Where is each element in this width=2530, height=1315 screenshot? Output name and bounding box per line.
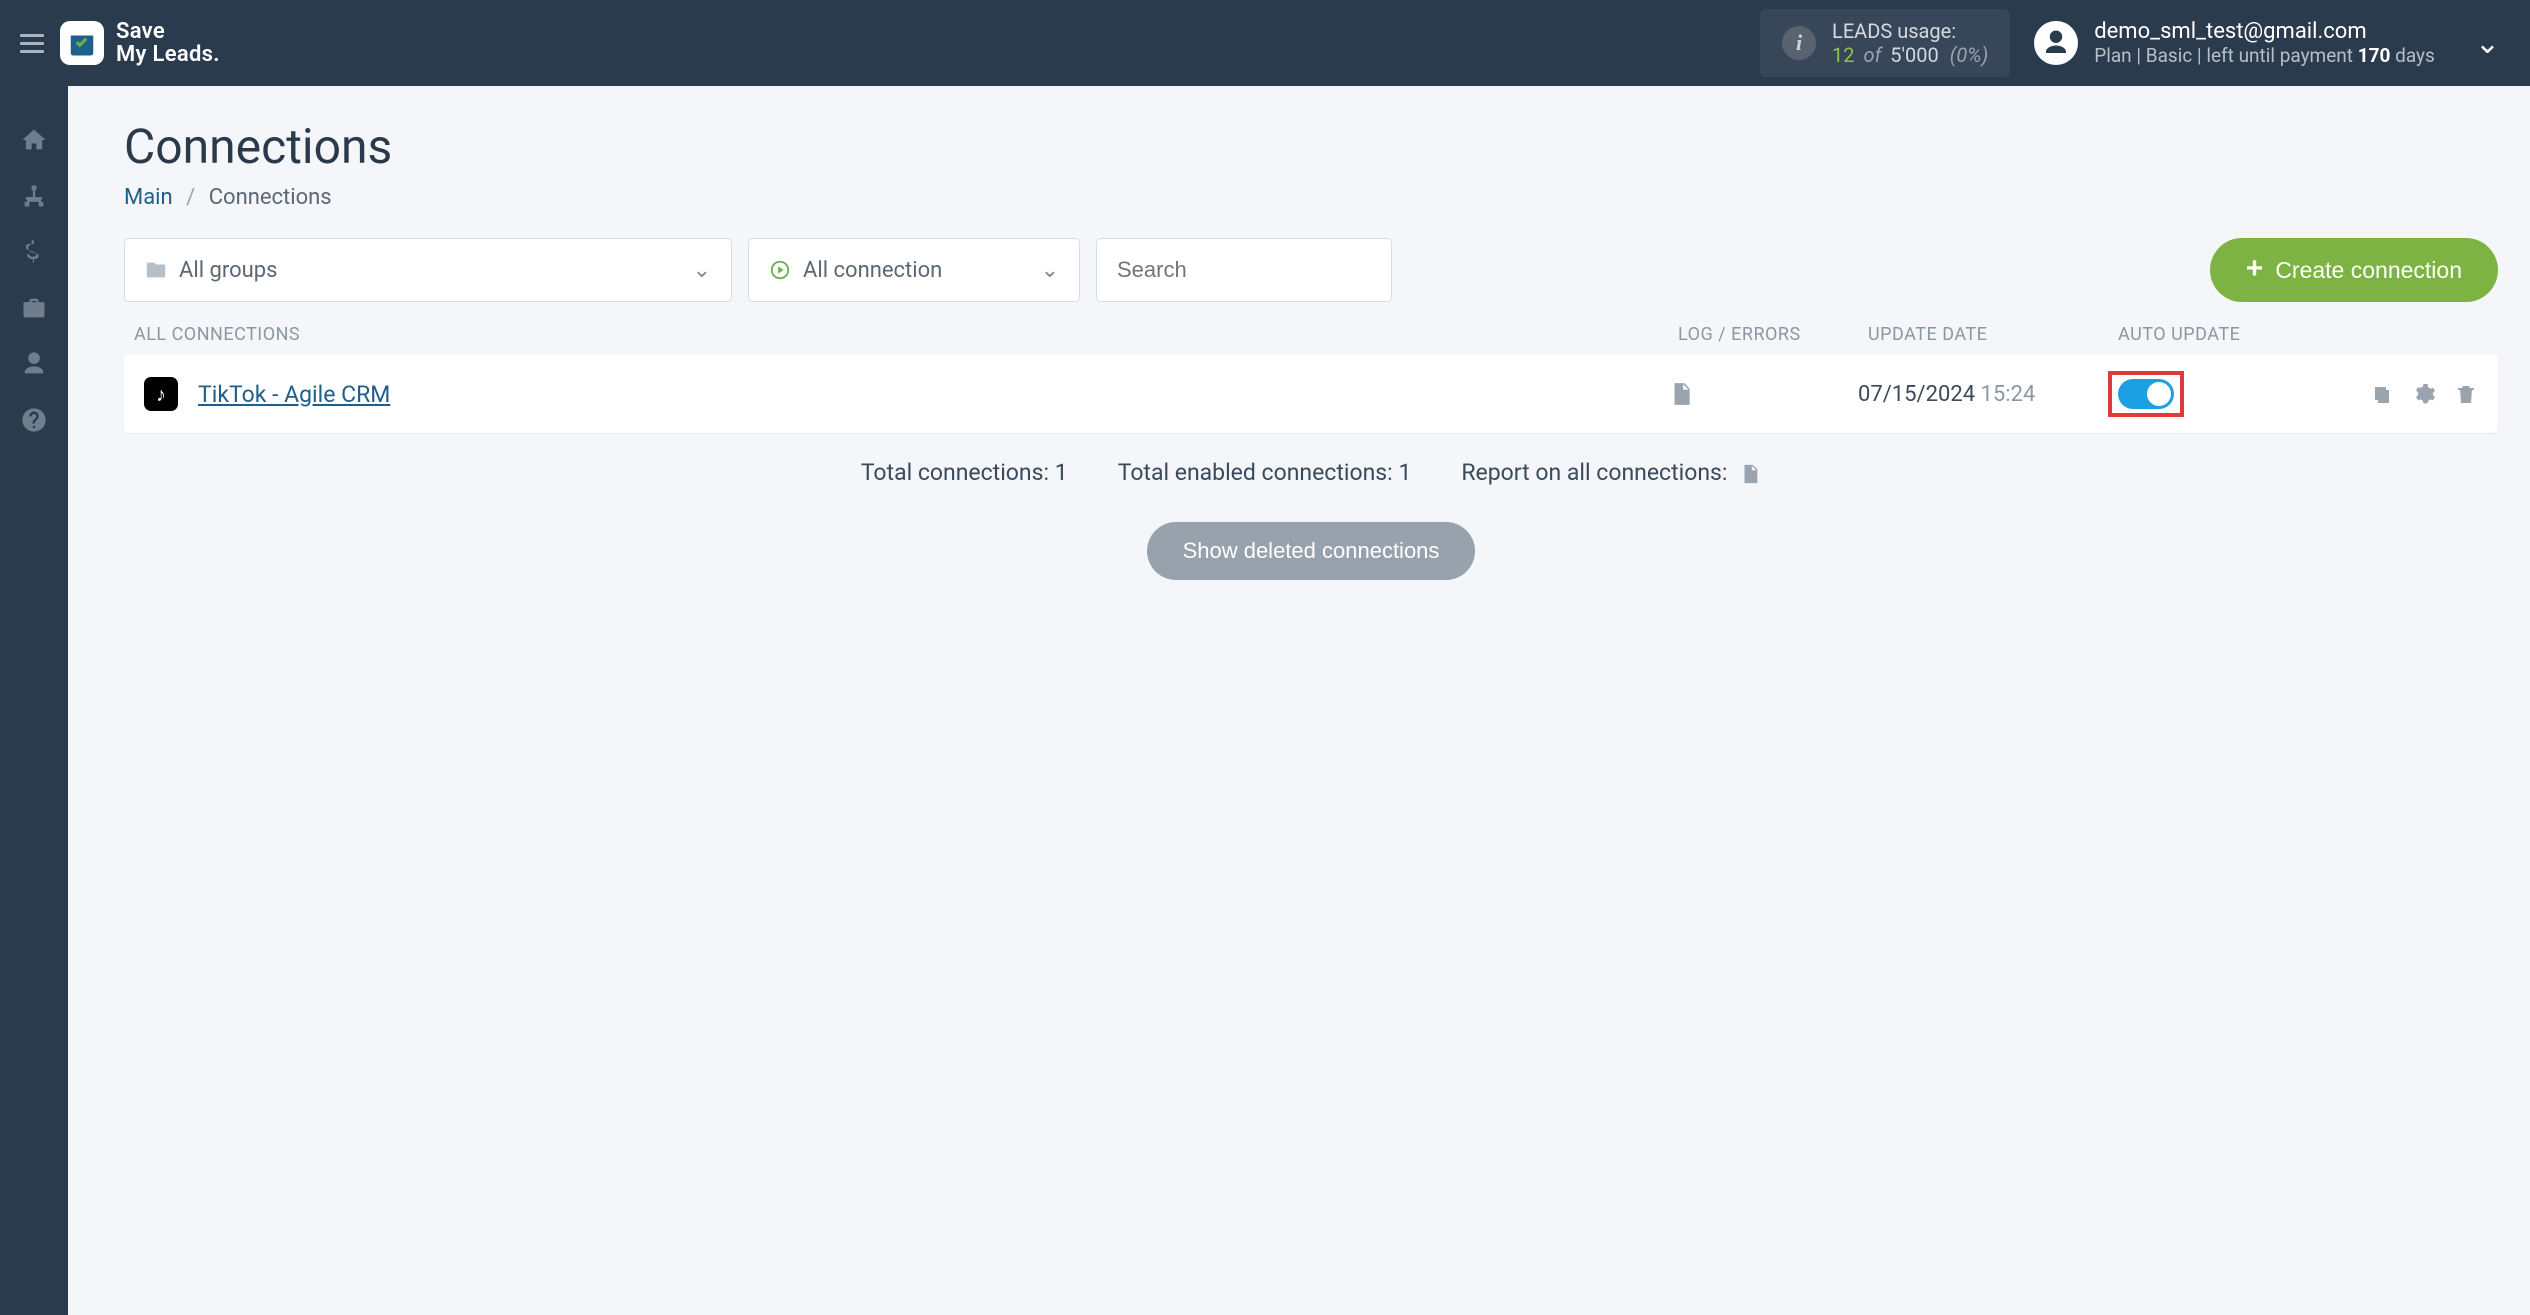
help-icon[interactable] [16,402,52,438]
user-icon[interactable] [16,346,52,382]
brand-name: Save My Leads. [116,20,220,66]
plus-icon: + [2246,252,2264,286]
summary-total-connections: Total connections: 1 [861,459,1068,486]
group-select-label: All groups [179,258,277,283]
page-title: Connections [124,118,2498,175]
info-icon: i [1782,26,1816,60]
account-dropdown-caret[interactable]: ⌄ [2475,26,2500,61]
search-field[interactable] [1117,257,1371,283]
col-all-connections: ALL CONNECTIONS [134,324,1678,345]
main-content: Connections Main / Connections All group… [68,86,2530,1315]
summary-row: Total connections: 1 Total enabled conne… [124,459,2498,486]
dollar-icon[interactable] [16,234,52,270]
show-deleted-button[interactable]: Show deleted connections [1147,522,1476,580]
col-update-date: UPDATE DATE [1868,324,2118,345]
trash-icon[interactable] [2454,382,2478,406]
col-log-errors: LOG / ERRORS [1678,324,1868,345]
briefcase-icon[interactable] [16,290,52,326]
create-connection-button[interactable]: + Create connection [2210,238,2498,302]
breadcrumb: Main / Connections [124,185,2498,210]
log-document-icon[interactable] [1668,381,1694,407]
create-connection-label: Create connection [2275,257,2462,284]
status-select[interactable]: All connection ⌄ [748,238,1080,302]
search-input[interactable] [1096,238,1392,302]
leads-usage-label: LEADS usage: [1832,19,1988,43]
connection-name-link[interactable]: TikTok - Agile CRM [198,381,1668,408]
group-select[interactable]: All groups ⌄ [124,238,732,302]
breadcrumb-current: Connections [209,185,332,210]
account-email: demo_sml_test@gmail.com [2094,19,2435,44]
brand-logo[interactable]: Save My Leads. [60,20,220,66]
connection-row: ♪ TikTok - Agile CRM 07/15/2024 15:24 [124,355,2498,433]
row-actions [2370,382,2478,406]
account-menu[interactable]: demo_sml_test@gmail.com Plan | Basic | l… [2034,19,2435,67]
menu-toggle-button[interactable] [8,24,56,63]
sitemap-icon[interactable] [16,178,52,214]
folder-icon [145,259,167,281]
tiktok-icon: ♪ [144,377,178,411]
auto-update-highlight [2108,371,2184,417]
chevron-down-icon: ⌄ [693,258,711,283]
summary-report: Report on all connections: [1461,459,1761,486]
breadcrumb-main-link[interactable]: Main [124,185,173,210]
top-header: Save My Leads. i LEADS usage: 12 of 5'00… [0,0,2530,86]
update-date-cell: 07/15/2024 15:24 [1858,382,2108,407]
leads-usage-value: 12 of 5'000 (0%) [1832,43,1988,67]
auto-update-toggle[interactable] [2118,379,2174,409]
connections-table-header: ALL CONNECTIONS LOG / ERRORS UPDATE DATE… [124,324,2498,345]
status-select-label: All connection [803,258,942,283]
filters-row: All groups ⌄ All connection ⌄ + Create c… [124,238,2498,302]
summary-total-enabled: Total enabled connections: 1 [1118,459,1412,486]
report-document-icon[interactable] [1739,463,1761,485]
chevron-down-icon: ⌄ [1041,258,1059,283]
plan-info: Plan | Basic | left until payment 170 da… [2094,44,2435,67]
avatar-icon [2034,21,2078,65]
sidebar-nav [0,86,68,1315]
copy-icon[interactable] [2370,382,2394,406]
home-icon[interactable] [16,122,52,158]
col-auto-update: AUTO UPDATE [2118,324,2488,345]
leads-usage-card[interactable]: i LEADS usage: 12 of 5'000 (0%) [1760,9,2010,77]
brand-logo-icon [60,21,104,65]
gear-icon[interactable] [2412,382,2436,406]
play-circle-icon [769,259,791,281]
